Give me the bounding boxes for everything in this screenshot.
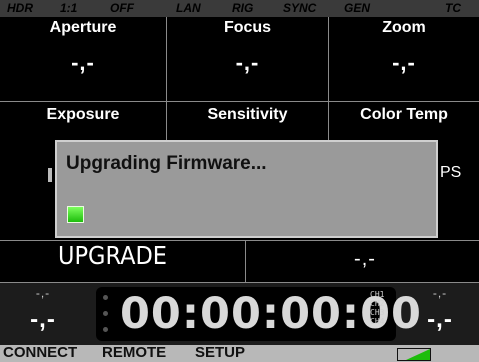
aperture-value[interactable]: -,- — [0, 50, 166, 76]
status-sync: SYNC — [283, 1, 317, 15]
grid-divider — [0, 101, 479, 102]
fps-label-partial: PS — [440, 164, 462, 181]
timecode-dot — [103, 295, 108, 300]
hidden-label-fragment — [48, 168, 52, 182]
status-tc: TC — [445, 1, 461, 15]
status-off: OFF — [110, 1, 134, 15]
sensitivity-label: Sensitivity — [207, 106, 288, 123]
channel-ch1: CH1 — [370, 290, 385, 299]
menu-remote[interactable]: REMOTE — [102, 344, 166, 361]
timecode-dot — [103, 327, 108, 332]
color-temp-label: Color Temp — [360, 106, 448, 123]
battery-fill-icon — [406, 349, 430, 360]
timecode-dot — [103, 311, 108, 316]
right-large-value: -,- — [427, 306, 453, 333]
mode-value: -,- — [354, 248, 376, 270]
grid-divider — [245, 241, 246, 283]
status-lan: LAN — [176, 1, 201, 15]
status-rig: RIG — [232, 1, 254, 15]
left-small-value: -,- — [35, 286, 51, 300]
zoom-label: Zoom — [382, 19, 426, 36]
channel-ch4: CH4 — [370, 317, 385, 326]
dialog-title: Upgrading Firmware... — [66, 153, 267, 174]
status-gen: GEN — [344, 1, 371, 15]
menu-setup[interactable]: SETUP — [195, 344, 245, 361]
channel-ch2: CH2 — [370, 299, 385, 308]
upgrade-progress-bar — [67, 206, 84, 223]
channel-ch3: CH3 — [370, 308, 385, 317]
menu-connect[interactable]: CONNECT — [3, 344, 77, 361]
status-hdr: HDR — [7, 1, 33, 15]
status-ratio: 1:1 — [60, 1, 78, 15]
focus-label: Focus — [223, 19, 272, 36]
right-small-value: -,- — [432, 286, 448, 300]
battery-icon — [397, 348, 431, 361]
mode-label[interactable]: UPGRADE — [58, 241, 167, 270]
left-large-value: -,- — [30, 306, 56, 333]
zoom-value[interactable]: -,- — [329, 50, 479, 76]
exposure-label: Exposure — [46, 106, 120, 123]
aperture-label: Aperture — [49, 19, 117, 36]
focus-value[interactable]: -,- — [167, 50, 328, 76]
